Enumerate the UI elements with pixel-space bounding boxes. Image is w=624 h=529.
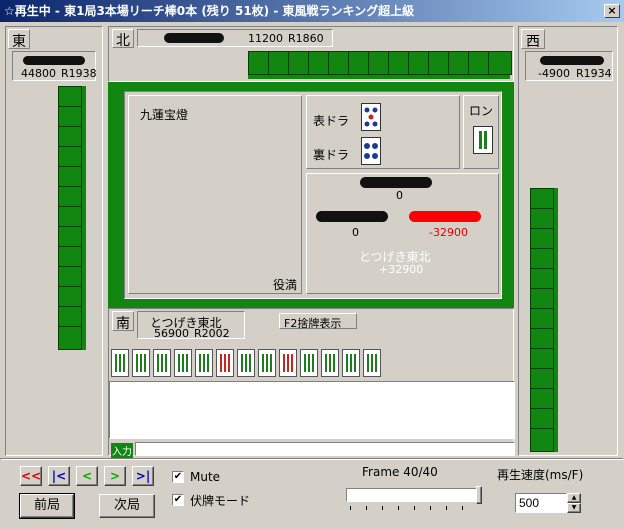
hand-tile[interactable] <box>237 349 255 377</box>
hand-tile[interactable] <box>321 349 339 377</box>
mute-label: Mute <box>190 470 221 484</box>
north-score: 11200 <box>248 32 283 45</box>
hand-tile[interactable] <box>258 349 276 377</box>
north-wind-badge: 北 <box>112 29 134 49</box>
east-panel: 東 44800 R1938 <box>5 26 103 456</box>
speed-input[interactable] <box>515 493 567 513</box>
west-wind-label: 西 <box>526 34 540 50</box>
west-rating: R1934 <box>576 67 612 80</box>
fuhai-mode-checkbox[interactable]: ✔ <box>172 494 184 506</box>
yakuman-label: 役満 <box>273 278 298 292</box>
west-wind-badge: 西 <box>521 29 545 50</box>
hand-tile[interactable] <box>279 349 297 377</box>
north-name-redacted <box>164 33 224 43</box>
ron-label: ロン <box>469 104 494 118</box>
pin-tile-icon <box>364 107 378 127</box>
close-button[interactable]: × <box>604 4 620 18</box>
west-score: -4900 <box>538 67 570 80</box>
f2-discard-label: F2捨牌表示 <box>284 317 342 330</box>
nav-back-button[interactable]: < <box>76 466 98 486</box>
omote-dora-tile <box>361 103 381 131</box>
next-round-button[interactable]: 次局 <box>99 494 155 518</box>
chat-input[interactable] <box>135 442 515 456</box>
hand-tile[interactable] <box>111 349 129 377</box>
mute-checkbox[interactable]: ✔ <box>172 471 184 483</box>
east-name-redacted <box>23 56 85 65</box>
south-info-box: とつげき東北 56900 R2002 <box>137 311 245 340</box>
hand-tile[interactable] <box>300 349 318 377</box>
nav-prev-button[interactable]: |< <box>48 466 70 486</box>
east-rating: R1938 <box>61 67 97 80</box>
hand-tile[interactable] <box>363 349 381 377</box>
east-wind-badge: 東 <box>8 29 30 50</box>
north-wind-label: 北 <box>116 33 130 49</box>
dora-box: 表ドラ 裏ドラ <box>306 95 460 169</box>
ura-dora-label: 裏ドラ <box>313 148 350 162</box>
frame-slider-ticks <box>350 506 478 510</box>
south-panel: 南 とつげき東北 56900 R2002 F2捨牌表示 入力 <box>108 308 515 458</box>
bottom-separator <box>0 458 624 460</box>
left-player-name-redacted <box>316 211 388 222</box>
frame-slider-thumb[interactable] <box>476 486 482 504</box>
frame-label: Frame 40/40 <box>362 465 438 479</box>
south-wind-label: 南 <box>116 316 130 332</box>
score-change-box: 0 0 -32900 とつげき東北 +32900 <box>306 173 499 294</box>
yaku-box: 九蓮宝燈 役満 <box>128 95 302 294</box>
nav-forward-button[interactable]: > <box>104 466 126 486</box>
ron-tile <box>473 126 493 154</box>
west-info-box: -4900 R1934 <box>525 51 613 81</box>
hand-tile[interactable] <box>195 349 213 377</box>
north-info-box: 11200 R1860 <box>137 29 333 47</box>
input-label: 入力 <box>111 443 133 458</box>
window-title: ☆再生中 - 東1局3本場リーチ棒0本 (残り 51枚) - 東風戦ランキング超… <box>4 4 415 18</box>
top-player-delta: 0 <box>396 189 403 202</box>
omote-dora-label: 表ドラ <box>313 114 350 128</box>
yaku-name: 九蓮宝燈 <box>140 108 189 122</box>
winner-delta: +32900 <box>379 263 424 276</box>
title-bar: ☆再生中 - 東1局3本場リーチ棒0本 (残り 51枚) - 東風戦ランキング超… <box>0 0 624 22</box>
right-player-name-redacted <box>409 211 481 222</box>
prev-round-button[interactable]: 前局 <box>19 493 75 519</box>
speed-spin-up[interactable]: ▲ <box>567 493 581 503</box>
east-hand <box>58 86 86 350</box>
west-name-redacted <box>540 56 604 65</box>
hand-tile[interactable] <box>132 349 150 377</box>
north-hand <box>248 51 512 79</box>
south-score: 56900 <box>154 327 189 340</box>
east-hand-tile <box>58 326 82 350</box>
hand-tile[interactable] <box>342 349 360 377</box>
south-wind-badge: 南 <box>112 311 134 332</box>
north-rating: R1860 <box>288 32 324 45</box>
frame-slider-track[interactable] <box>346 488 482 502</box>
hand-tile[interactable] <box>216 349 234 377</box>
left-player-delta: 0 <box>352 226 359 239</box>
east-info-box: 44800 R1938 <box>12 51 97 81</box>
ura-dora-tile <box>361 137 381 165</box>
right-player-delta: -32900 <box>429 226 468 239</box>
hand-tile[interactable] <box>174 349 192 377</box>
nav-first-button[interactable]: << <box>20 466 42 486</box>
result-panel: 九蓮宝燈 役満 表ドラ 裏ドラ ロン 0 0 -32900 とつげき東北 +32… <box>124 91 502 299</box>
north-hand-tile <box>488 51 512 75</box>
top-player-name-redacted <box>360 177 432 188</box>
west-hand <box>530 188 558 452</box>
nav-next-kyoku-jump-button[interactable]: >| <box>132 466 154 486</box>
chat-log[interactable] <box>109 381 515 439</box>
fuhai-mode-label: 伏牌モード <box>190 494 251 508</box>
speed-label: 再生速度(ms/F) <box>497 468 584 482</box>
pin-tile-icon <box>364 143 378 159</box>
f2-discard-toggle[interactable]: F2捨牌表示 <box>279 313 357 330</box>
east-score: 44800 <box>21 67 56 80</box>
west-hand-tile <box>530 428 554 452</box>
east-wind-label: 東 <box>12 34 26 50</box>
south-rating: R2002 <box>194 327 230 340</box>
hand-tile[interactable] <box>153 349 171 377</box>
sou-tile-icon <box>479 131 487 149</box>
speed-spin-down[interactable]: ▼ <box>567 503 581 513</box>
ron-box: ロン <box>463 95 499 169</box>
